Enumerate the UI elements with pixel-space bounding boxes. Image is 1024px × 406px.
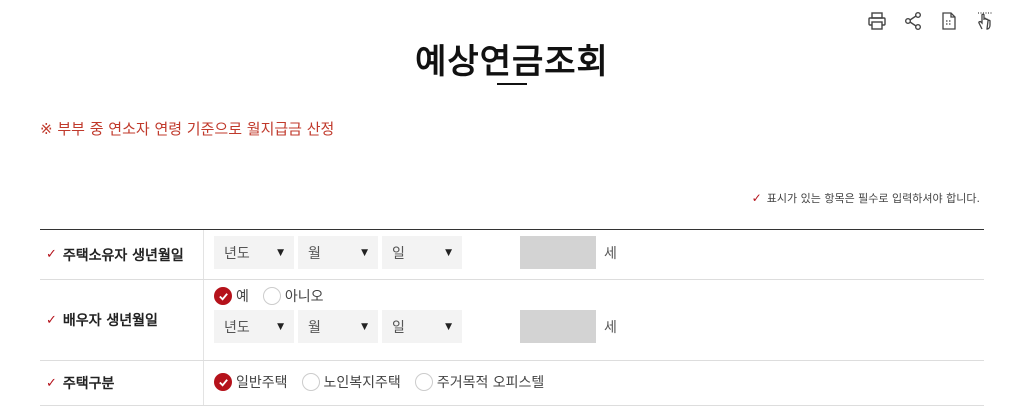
spouse-yes-radio[interactable]: 예 xyxy=(214,286,249,306)
print-icon[interactable] xyxy=(866,10,888,32)
share-icon[interactable] xyxy=(902,10,924,32)
spouse-day-value: 일 xyxy=(392,319,405,336)
spouse-birth-inputs: 예 아니오 년도 ▼ 월 ▼ 일 ▼ 세 xyxy=(204,280,627,360)
toolbar xyxy=(866,10,996,32)
radio-unchecked-icon xyxy=(262,287,281,305)
required-note: ✓ 표시가 있는 항목은 필수로 입력하셔야 합니다. xyxy=(752,190,980,206)
radio-checked-icon xyxy=(214,287,232,305)
spouse-birth-label: ✓ 배우자 생년월일 xyxy=(40,280,204,360)
spouse-age-field xyxy=(520,310,596,343)
spouse-month-select[interactable]: 월 ▼ xyxy=(298,310,378,343)
spouse-yes-label: 예 xyxy=(236,289,249,305)
spouse-birth-label-text: 배우자 생년월일 xyxy=(62,313,158,329)
owner-year-select[interactable]: 년도 ▼ xyxy=(214,236,294,269)
house-type-label-text: 주택구분 xyxy=(62,376,115,392)
hand-touch-icon[interactable] xyxy=(974,10,996,32)
dropdown-arrow-icon: ▼ xyxy=(445,321,452,332)
required-note-text: 표시가 있는 항목은 필수로 입력하셔야 합니다. xyxy=(766,192,980,205)
house-type-row: ✓ 주택구분 일반주택 노인복지주택 주거목적 오피스텔 xyxy=(40,361,984,406)
owner-birth-row: ✓ 주택소유자 생년월일 년도 ▼ 월 ▼ 일 ▼ 세 xyxy=(40,230,984,280)
house-general-label: 일반주택 xyxy=(236,375,288,391)
owner-birth-label: ✓ 주택소유자 생년월일 xyxy=(40,230,204,279)
spouse-day-select[interactable]: 일 ▼ xyxy=(382,310,462,343)
owner-birth-inputs: 년도 ▼ 월 ▼ 일 ▼ 세 xyxy=(204,230,627,279)
document-edit-icon[interactable] xyxy=(938,10,960,32)
page-title: 예상연금조회 xyxy=(415,42,609,82)
spouse-year-select[interactable]: 년도 ▼ xyxy=(214,310,294,343)
dropdown-arrow-icon: ▼ xyxy=(361,247,368,258)
radio-unchecked-icon xyxy=(414,373,433,391)
owner-month-value: 월 xyxy=(308,245,321,262)
house-senior-label: 노인복지주택 xyxy=(323,375,401,391)
spouse-no-radio[interactable]: 아니오 xyxy=(262,286,324,306)
radio-checked-icon xyxy=(214,373,232,391)
owner-month-select[interactable]: 월 ▼ xyxy=(298,236,378,269)
owner-day-select[interactable]: 일 ▼ xyxy=(382,236,462,269)
spouse-month-value: 월 xyxy=(308,319,321,336)
owner-day-value: 일 xyxy=(392,245,405,262)
dropdown-arrow-icon: ▼ xyxy=(361,321,368,332)
owner-age-field xyxy=(520,236,596,269)
spouse-birth-row: ✓ 배우자 생년월일 예 아니오 년도 ▼ 월 ▼ 일 ▼ 세 xyxy=(40,280,984,361)
house-type-inputs: 일반주택 노인복지주택 주거목적 오피스텔 xyxy=(204,361,554,405)
house-general-radio[interactable]: 일반주택 xyxy=(214,372,288,392)
pension-form: ✓ 주택소유자 생년월일 년도 ▼ 월 ▼ 일 ▼ 세 ✓ 배우자 생년월일 예… xyxy=(40,229,984,406)
notice-text: ※ 부부 중 연소자 연령 기준으로 월지급금 산정 xyxy=(40,120,335,138)
house-type-label: ✓ 주택구분 xyxy=(40,361,204,405)
owner-birth-label-text: 주택소유자 생년월일 xyxy=(62,247,184,264)
house-officetel-radio[interactable]: 주거목적 오피스텔 xyxy=(414,372,545,392)
radio-unchecked-icon xyxy=(301,373,320,391)
dropdown-arrow-icon: ▼ xyxy=(277,247,284,258)
owner-age-unit: 세 xyxy=(604,245,617,262)
owner-year-value: 년도 xyxy=(224,245,250,262)
title-underline xyxy=(497,83,527,85)
dropdown-arrow-icon: ▼ xyxy=(445,247,452,258)
spouse-no-label: 아니오 xyxy=(284,289,324,305)
house-officetel-label: 주거목적 오피스텔 xyxy=(436,375,545,391)
house-senior-radio[interactable]: 노인복지주택 xyxy=(301,372,401,392)
required-check-icon: ✓ xyxy=(46,312,57,328)
required-check-icon: ✓ xyxy=(46,375,57,391)
dropdown-arrow-icon: ▼ xyxy=(277,321,284,332)
spouse-age-unit: 세 xyxy=(604,319,617,336)
required-check-icon: ✓ xyxy=(46,247,57,262)
check-icon: ✓ xyxy=(751,191,762,205)
spouse-year-value: 년도 xyxy=(224,319,250,336)
